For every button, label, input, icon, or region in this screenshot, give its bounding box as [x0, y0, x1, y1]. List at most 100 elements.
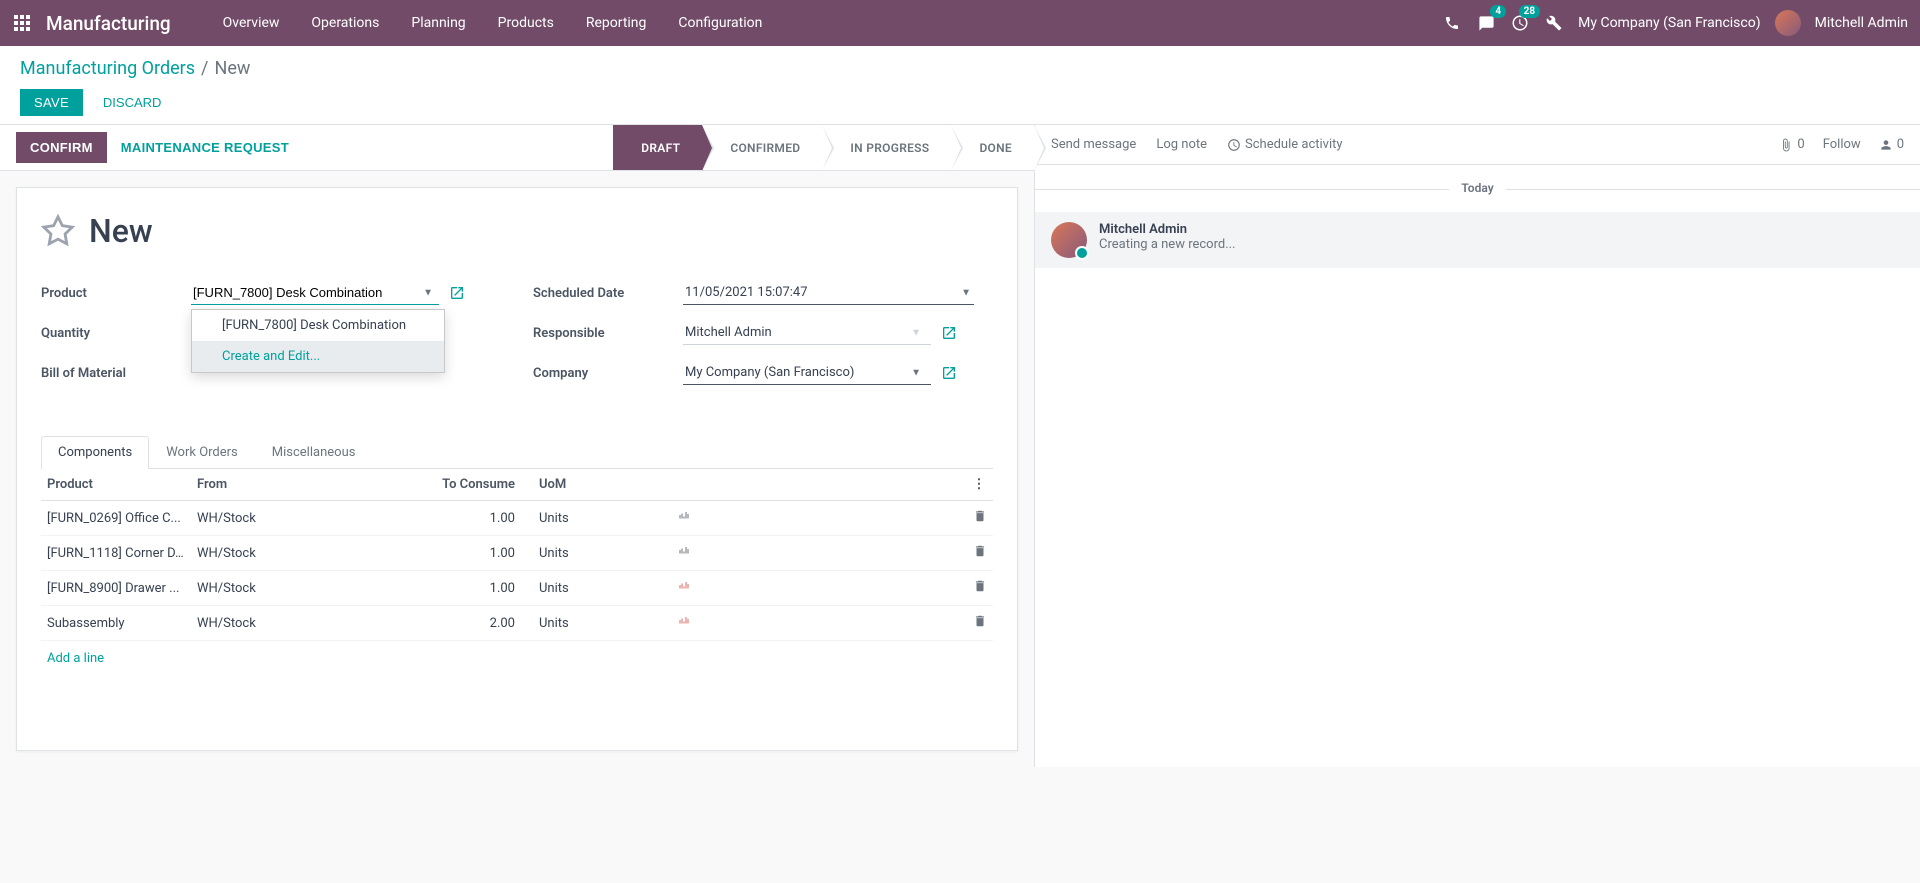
- forecast-icon[interactable]: [677, 510, 691, 522]
- cell-from[interactable]: WH/Stock: [191, 536, 421, 571]
- scheduled-date-field[interactable]: 11/05/2021 15:07:47 ▼: [683, 281, 993, 305]
- user-icon: [1879, 138, 1893, 152]
- tab-components[interactable]: Components: [41, 436, 149, 469]
- user-menu[interactable]: Mitchell Admin: [1815, 15, 1908, 31]
- product-field[interactable]: ▼ [FURN_7800] Desk Combination Create an…: [191, 281, 501, 305]
- bom-label: Bill of Material: [41, 366, 191, 381]
- status-draft[interactable]: Draft: [613, 125, 702, 170]
- external-link-icon[interactable]: [941, 325, 957, 341]
- confirm-button[interactable]: Confirm: [16, 132, 107, 163]
- col-to-consume: To Consume: [421, 469, 521, 501]
- debug-icon[interactable]: [1544, 13, 1564, 33]
- apps-icon[interactable]: [12, 13, 32, 33]
- company-value[interactable]: My Company (San Francisco): [683, 361, 931, 385]
- menu-reporting[interactable]: Reporting: [572, 3, 661, 43]
- cell-to-consume[interactable]: 1.00: [421, 536, 521, 571]
- cell-product[interactable]: Subassembly: [41, 606, 191, 641]
- company-label: Company: [533, 366, 683, 381]
- responsible-value[interactable]: Mitchell Admin: [683, 321, 931, 345]
- trash-icon[interactable]: [973, 614, 987, 628]
- app-brand[interactable]: Manufacturing: [46, 12, 171, 35]
- menu-overview[interactable]: Overview: [209, 3, 294, 43]
- tab-work-orders[interactable]: Work Orders: [149, 436, 255, 468]
- discard-button[interactable]: Discard: [89, 89, 176, 116]
- cell-delete[interactable]: [965, 571, 993, 606]
- add-a-line[interactable]: Add a line: [41, 641, 993, 676]
- trash-icon[interactable]: [973, 544, 987, 558]
- cell-forecast[interactable]: [671, 571, 965, 606]
- status-in-progress[interactable]: In Progress: [822, 125, 951, 170]
- message-author: Mitchell Admin: [1099, 222, 1236, 237]
- product-input[interactable]: [191, 281, 439, 305]
- followers-count[interactable]: 0: [1879, 137, 1904, 152]
- cell-from[interactable]: WH/Stock: [191, 501, 421, 536]
- cell-uom[interactable]: Units: [521, 536, 671, 571]
- systray: 4 28 My Company (San Francisco) Mitchell…: [1442, 10, 1908, 36]
- cell-uom[interactable]: Units: [521, 571, 671, 606]
- cell-delete[interactable]: [965, 501, 993, 536]
- form-sheet: New Product ▼ [FURN_7800] Desk Combinati…: [16, 187, 1018, 751]
- maintenance-request-button[interactable]: Maintenance Request: [111, 132, 299, 163]
- cell-to-consume[interactable]: 2.00: [421, 606, 521, 641]
- cell-from[interactable]: WH/Stock: [191, 606, 421, 641]
- chevron-down-icon: ▼: [961, 288, 971, 299]
- trash-icon[interactable]: [973, 579, 987, 593]
- cell-product[interactable]: [FURN_0269] Office C...: [41, 501, 191, 536]
- cell-delete[interactable]: [965, 536, 993, 571]
- notebook: Components Work Orders Miscellaneous Pro…: [41, 436, 993, 726]
- favorite-star-icon[interactable]: [41, 214, 75, 248]
- schedule-activity-button[interactable]: Schedule activity: [1227, 137, 1343, 152]
- send-message-button[interactable]: Send message: [1051, 137, 1136, 152]
- log-note-button[interactable]: Log note: [1156, 137, 1207, 152]
- chatter-topbar: Send message Log note Schedule activity …: [1035, 125, 1920, 165]
- save-button[interactable]: Save: [20, 89, 83, 116]
- table-row[interactable]: [FURN_1118] Corner D...WH/Stock1.00Units: [41, 536, 993, 571]
- menu-products[interactable]: Products: [484, 3, 568, 43]
- forecast-icon[interactable]: [677, 545, 691, 557]
- dropdown-create-edit[interactable]: Create and Edit...: [192, 341, 444, 372]
- paperclip-icon: [1779, 138, 1793, 152]
- dropdown-option[interactable]: [FURN_7800] Desk Combination: [192, 310, 444, 341]
- messaging-icon[interactable]: 4: [1476, 13, 1496, 33]
- cell-to-consume[interactable]: 1.00: [421, 571, 521, 606]
- cell-forecast[interactable]: [671, 536, 965, 571]
- chatter: Send message Log note Schedule activity …: [1034, 125, 1920, 767]
- external-link-icon[interactable]: [941, 365, 957, 381]
- activities-badge: 28: [1519, 5, 1540, 18]
- menu-planning[interactable]: Planning: [397, 3, 479, 43]
- forecast-icon[interactable]: [677, 615, 691, 627]
- status-done[interactable]: Done: [951, 125, 1034, 170]
- menu-configuration[interactable]: Configuration: [664, 3, 776, 43]
- cell-from[interactable]: WH/Stock: [191, 571, 421, 606]
- forecast-icon[interactable]: [677, 580, 691, 592]
- scheduled-date-value[interactable]: 11/05/2021 15:07:47: [683, 281, 974, 305]
- breadcrumb-separator: /: [201, 58, 208, 79]
- cell-to-consume[interactable]: 1.00: [421, 501, 521, 536]
- external-link-icon[interactable]: [449, 285, 465, 301]
- trash-icon[interactable]: [973, 509, 987, 523]
- tab-miscellaneous[interactable]: Miscellaneous: [255, 436, 373, 468]
- cell-delete[interactable]: [965, 606, 993, 641]
- phone-icon[interactable]: [1442, 13, 1462, 33]
- cell-product[interactable]: [FURN_8900] Drawer ...: [41, 571, 191, 606]
- follow-button[interactable]: Follow: [1823, 137, 1861, 152]
- status-confirmed[interactable]: Confirmed: [702, 125, 822, 170]
- attachment-count[interactable]: 0: [1779, 137, 1804, 152]
- table-row[interactable]: SubassemblyWH/Stock2.00Units: [41, 606, 993, 641]
- company-switcher[interactable]: My Company (San Francisco): [1578, 15, 1760, 31]
- activities-icon[interactable]: 28: [1510, 13, 1530, 33]
- cell-uom[interactable]: Units: [521, 606, 671, 641]
- table-row[interactable]: [FURN_0269] Office C...WH/Stock1.00Units: [41, 501, 993, 536]
- avatar: [1775, 10, 1801, 36]
- col-options[interactable]: ⋮: [965, 469, 993, 501]
- responsible-field[interactable]: Mitchell Admin ▼: [683, 321, 993, 345]
- cell-uom[interactable]: Units: [521, 501, 671, 536]
- cell-forecast[interactable]: [671, 501, 965, 536]
- cell-product[interactable]: [FURN_1118] Corner D...: [41, 536, 191, 571]
- scheduled-date-label: Scheduled Date: [533, 286, 683, 301]
- company-field[interactable]: My Company (San Francisco) ▼: [683, 361, 993, 385]
- table-row[interactable]: [FURN_8900] Drawer ...WH/Stock1.00Units: [41, 571, 993, 606]
- menu-operations[interactable]: Operations: [297, 3, 393, 43]
- cell-forecast[interactable]: [671, 606, 965, 641]
- breadcrumb-root[interactable]: Manufacturing Orders: [20, 58, 195, 79]
